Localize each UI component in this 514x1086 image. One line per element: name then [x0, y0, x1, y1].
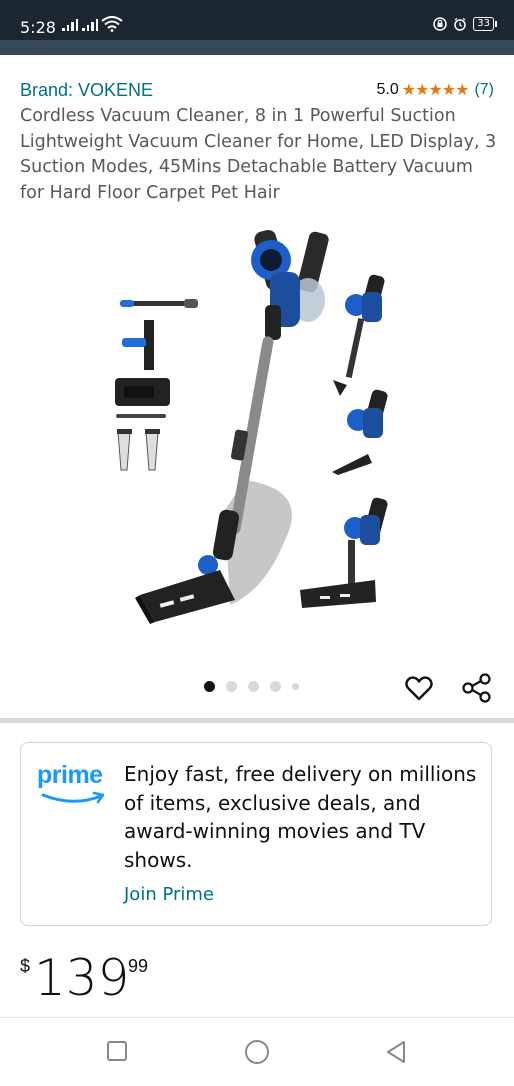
join-prime-link[interactable]: Join Prime	[124, 884, 214, 905]
accessories-illustration	[115, 299, 198, 471]
alarm-icon	[454, 17, 467, 31]
star-rating-icon: ★★★★★	[401, 82, 470, 99]
square-icon[interactable]	[106, 1040, 128, 1062]
carousel-dot[interactable]	[292, 683, 299, 690]
status-icons: 33	[433, 17, 497, 31]
prime-logo-text: prime	[37, 761, 103, 789]
heart-icon[interactable]	[404, 673, 434, 703]
triangle-back-icon[interactable]	[384, 1040, 408, 1064]
brand-rating-row: Brand: VOKENE 5.0 ★★★★★ (7)	[20, 80, 494, 102]
carousel-dot[interactable]	[204, 681, 215, 692]
rating-score: 5.0	[376, 81, 399, 98]
wifi-icon	[101, 16, 123, 32]
carousel-dot[interactable]	[248, 681, 259, 692]
app-header-strip	[0, 40, 514, 55]
review-count-link[interactable]: (7)	[474, 81, 494, 99]
rating-summary[interactable]: 5.0 ★★★★★ (7)	[376, 80, 494, 100]
prime-logo: prime	[37, 761, 109, 811]
product-title: Cordless Vacuum Cleaner, 8 in 1 Powerful…	[20, 106, 497, 203]
signal-icon	[82, 17, 98, 31]
variant-illustrations	[300, 274, 388, 608]
system-nav-bar	[0, 1017, 514, 1086]
status-time: 5:28	[20, 18, 56, 37]
section-divider	[0, 718, 514, 723]
image-carousel-indicator	[204, 681, 299, 692]
carousel-dot[interactable]	[226, 681, 237, 692]
signal-icon	[62, 17, 78, 31]
lock-rotation-icon	[433, 17, 448, 31]
main-vacuum-illustration	[135, 229, 329, 624]
price-fraction: 99	[128, 956, 149, 976]
carousel-dot[interactable]	[270, 681, 281, 692]
prime-description: Enjoy fast, free delivery on millions of…	[124, 762, 477, 872]
product-image[interactable]	[100, 210, 420, 640]
status-bar: 5:28 33	[0, 0, 514, 40]
battery-indicator: 33	[473, 17, 497, 31]
price-whole: 139	[34, 949, 130, 1007]
prime-smile-icon	[41, 791, 105, 804]
prime-upsell-card[interactable]: prime Enjoy fast, free delivery on milli…	[20, 742, 492, 926]
circle-icon[interactable]	[243, 1040, 271, 1068]
price-currency-symbol: $	[20, 956, 31, 976]
brand-link[interactable]: Brand: VOKENE	[20, 80, 153, 101]
share-icon[interactable]	[461, 672, 493, 704]
